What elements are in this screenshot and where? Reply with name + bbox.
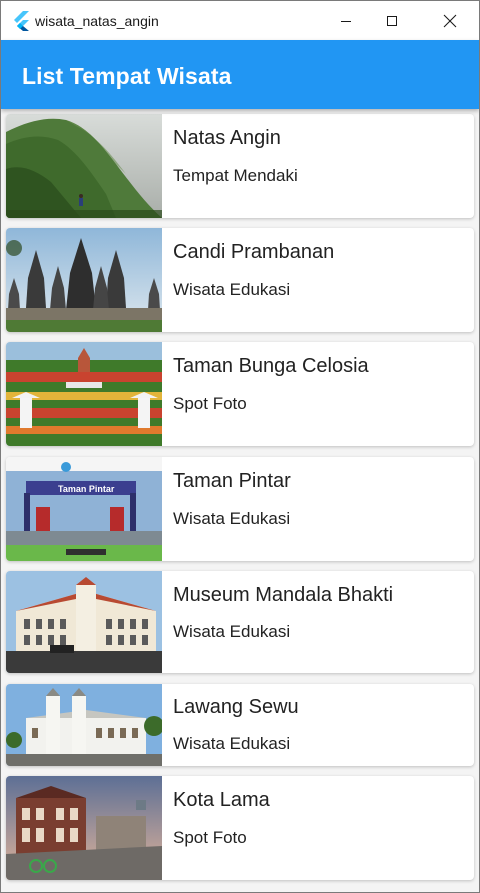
place-name: Kota Lama [173,789,270,811]
place-photo-taman-pintar: Taman Pintar [6,457,162,561]
place-category: Wisata Edukasi [173,622,291,641]
list-item-candi-prambanan[interactable]: Candi Prambanan Wisata Edukasi [6,228,474,332]
window-title: wisata_natas_angin [35,13,159,29]
app-bar: List Tempat Wisata [1,40,479,109]
place-photo-taman-bunga-celosia [6,342,162,446]
place-photo-candi-prambanan [6,228,162,332]
place-category: Wisata Edukasi [173,280,291,299]
app-window: wisata_natas_angin List Tempat Wisata Na… [0,0,480,893]
place-category: Spot Foto [173,828,247,847]
list-item-taman-pintar[interactable]: Taman Pintar Taman Pintar Wisata Edukasi [6,457,474,561]
maximize-icon [387,15,397,26]
place-name: Lawang Sewu [173,696,299,718]
place-name: Taman Bunga Celosia [173,355,369,377]
close-icon [443,14,457,27]
place-photo-kota-lama [6,776,162,880]
place-category: Spot Foto [173,394,247,413]
place-name: Candi Prambanan [173,241,335,263]
sign-text: Taman Pintar [58,484,115,494]
place-name: Natas Angin [173,127,281,149]
place-photo-lawang-sewu [6,684,162,766]
minimize-button[interactable] [323,1,369,40]
window-titlebar[interactable]: wisata_natas_angin [1,1,479,40]
list-item-kota-lama[interactable]: Kota Lama Spot Foto [6,776,474,880]
page-title: List Tempat Wisata [22,63,232,89]
close-button[interactable] [427,1,473,40]
place-photo-natas-angin [6,114,162,218]
place-photo-museum-mandala-bhakti [6,571,162,673]
flutter-logo-icon [14,11,29,31]
place-name: Museum Mandala Bhakti [173,584,394,606]
list-item-museum-mandala-bhakti[interactable]: Museum Mandala Bhakti Wisata Edukasi [6,571,474,673]
minimize-icon [341,20,351,22]
place-category: Wisata Edukasi [173,509,291,528]
list-item-lawang-sewu[interactable]: Lawang Sewu Wisata Edukasi [6,684,474,766]
list-item-natas-angin[interactable]: Natas Angin Tempat Mendaki [6,114,474,218]
place-category: Wisata Edukasi [173,734,291,753]
place-name: Taman Pintar [173,470,291,492]
list-item-taman-bunga-celosia[interactable]: Taman Bunga Celosia Spot Foto [6,342,474,446]
place-category: Tempat Mendaki [173,166,298,185]
maximize-button[interactable] [369,1,415,40]
